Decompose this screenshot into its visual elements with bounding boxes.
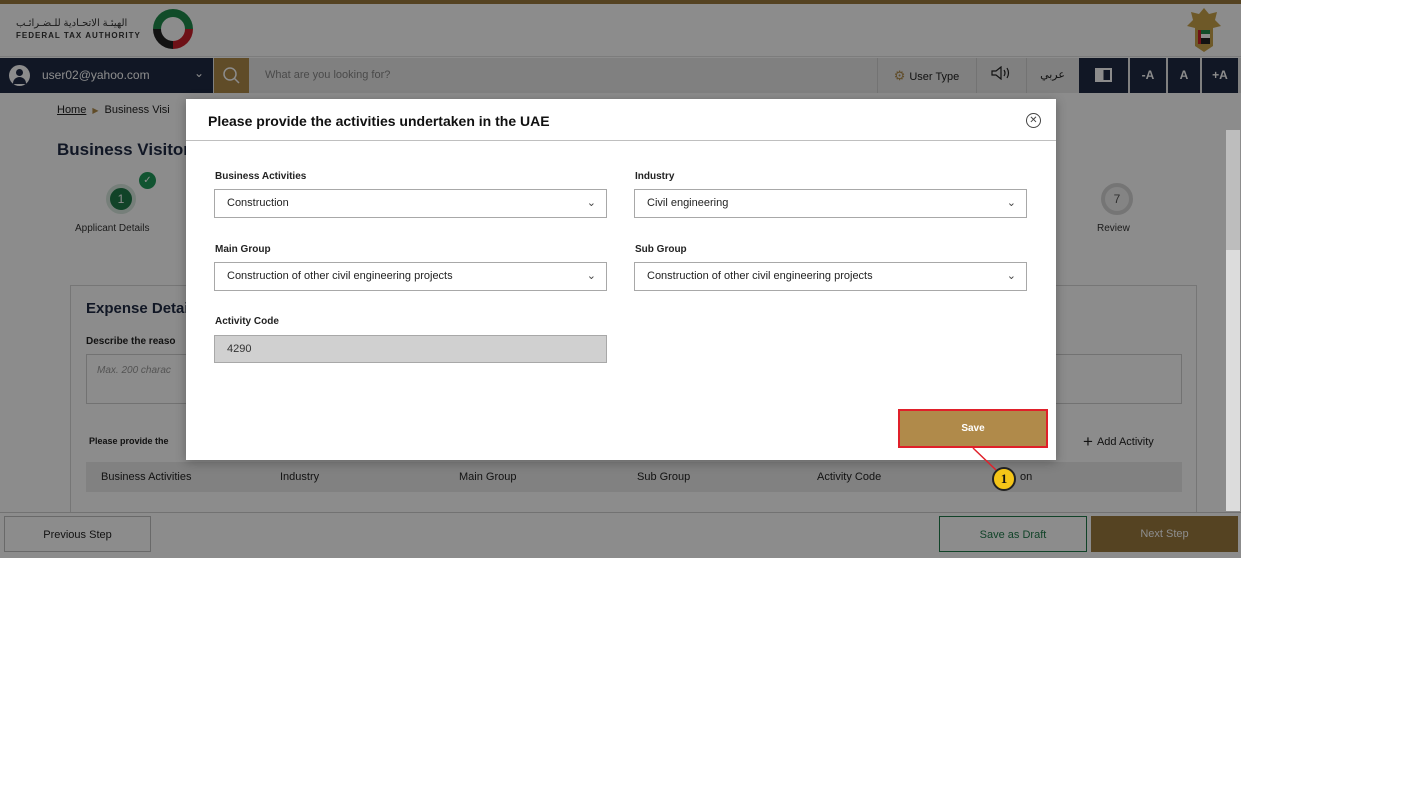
chevron-down-icon: ⌄ [1006,270,1016,282]
scrollbar-thumb[interactable] [1226,130,1240,250]
activity-code-field: 4290 [214,335,607,363]
modal-title: Please provide the activities undertaken… [208,113,550,129]
chevron-down-icon: ⌄ [586,197,596,209]
chevron-down-icon: ⌄ [1006,197,1016,209]
app-window: الهيئـة الاتحـادية للـضـرائـب FEDERAL TA… [0,0,1241,558]
main-group-value: Construction of other civil engineering … [227,270,453,282]
close-icon[interactable]: ✕ [1026,113,1041,128]
callout-highlight-box [898,409,1048,448]
sub-group-value: Construction of other civil engineering … [647,270,873,282]
callout-number-badge: 1 [992,467,1016,491]
page-scrollbar[interactable] [1226,130,1240,511]
industry-value: Civil engineering [647,197,729,209]
chevron-down-icon: ⌄ [586,270,596,282]
modal-divider [186,140,1056,141]
business-activities-value: Construction [227,197,289,209]
industry-select[interactable]: Civil engineering ⌄ [634,189,1027,218]
main-group-select[interactable]: Construction of other civil engineering … [214,262,607,291]
business-activities-label: Business Activities [215,171,307,182]
sub-group-label: Sub Group [635,244,687,255]
activities-modal: Please provide the activities undertaken… [186,99,1056,460]
main-group-label: Main Group [215,244,271,255]
sub-group-select[interactable]: Construction of other civil engineering … [634,262,1027,291]
business-activities-select[interactable]: Construction ⌄ [214,189,607,218]
activity-code-label: Activity Code [215,316,279,327]
industry-label: Industry [635,171,675,182]
